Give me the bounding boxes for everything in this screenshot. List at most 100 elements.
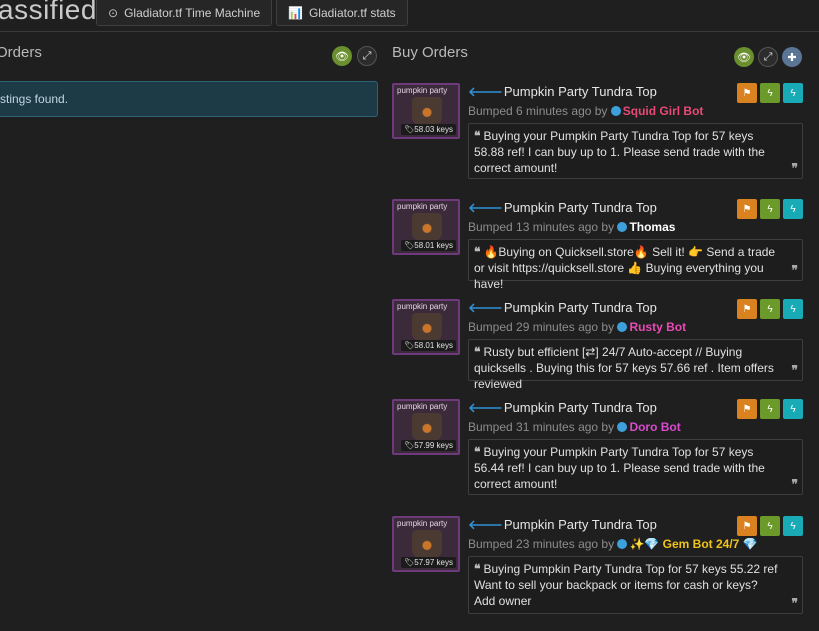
arrow-left-icon: 🡐 bbox=[468, 517, 503, 532]
bumped-text: Bumped 31 minutes ago by bbox=[468, 420, 615, 434]
clock-icon: ⊙ bbox=[108, 5, 119, 20]
listing-message: ❝ Buying Pumpkin Party Tundra Top for 57 … bbox=[468, 556, 803, 614]
quick-trade-icon[interactable]: ϟ bbox=[783, 83, 803, 103]
item-name: Pumpkin Party Tundra Top bbox=[503, 200, 657, 215]
lightning-icon[interactable]: ϟ bbox=[760, 199, 780, 219]
username-link[interactable]: Thomas bbox=[629, 220, 675, 234]
listing-message: ❝ Buying your Pumpkin Party Tundra Top fo… bbox=[468, 123, 803, 179]
listing-actions: ⚑ ϟ ϟ bbox=[737, 83, 803, 103]
page-title: assifieds bbox=[0, 0, 112, 25]
quote-open-icon: ❝ bbox=[474, 245, 481, 259]
stats-label: Gladiator.tf stats bbox=[308, 5, 396, 20]
price-text: 58.03 keys bbox=[414, 125, 453, 134]
pumpkin-hat-icon bbox=[412, 97, 442, 125]
price-badge: 🏷58.03 keys bbox=[401, 124, 456, 135]
quote-close-icon: ❞ bbox=[791, 596, 798, 610]
status-dot-icon bbox=[617, 422, 628, 432]
arrow-left-icon: 🡐 bbox=[468, 400, 503, 415]
thumbnail-label: pumpkin party bbox=[397, 86, 448, 95]
arrow-left-icon: 🡐 bbox=[468, 300, 503, 315]
no-listings-text: stings found. bbox=[0, 92, 69, 106]
pumpkin-hat-icon bbox=[412, 413, 442, 441]
pumpkin-hat-icon bbox=[412, 530, 442, 558]
bumped-info: Bumped 23 minutes ago by ✨💎 Gem Bot 24/7… bbox=[468, 537, 758, 551]
time-machine-label: Gladiator.tf Time Machine bbox=[124, 5, 261, 20]
quote-close-icon: ❞ bbox=[791, 363, 798, 377]
price-text: 58.01 keys bbox=[414, 341, 453, 350]
no-listings-alert: stings found. bbox=[0, 81, 378, 117]
quick-trade-icon[interactable]: ϟ bbox=[783, 516, 803, 536]
flag-icon[interactable]: ⚑ bbox=[737, 399, 757, 419]
item-name: Pumpkin Party Tundra Top bbox=[503, 400, 657, 415]
quote-open-icon: ❝ bbox=[474, 562, 481, 576]
page-header: assifieds ⊙ Gladiator.tf Time Machine 📊 … bbox=[0, 0, 819, 32]
username-link[interactable]: Doro Bot bbox=[629, 420, 680, 434]
quote-open-icon: ❝ bbox=[474, 345, 481, 359]
item-title[interactable]: 🡐Pumpkin Party Tundra Top bbox=[468, 200, 657, 216]
thumbnail-label: pumpkin party bbox=[397, 202, 448, 211]
message-text: Buying Pumpkin Party Tundra Top for 57 k… bbox=[474, 562, 778, 608]
item-title[interactable]: 🡐Pumpkin Party Tundra Top bbox=[468, 517, 657, 533]
listing-actions: ⚑ ϟ ϟ bbox=[737, 516, 803, 536]
item-title[interactable]: 🡐Pumpkin Party Tundra Top bbox=[468, 400, 657, 416]
message-text: Rusty but efficient [⇄] 24/7 Auto-accept… bbox=[474, 345, 774, 391]
quote-open-icon: ❝ bbox=[474, 445, 481, 459]
message-text: Buying your Pumpkin Party Tundra Top for… bbox=[474, 129, 765, 175]
price-text: 57.99 keys bbox=[414, 441, 453, 450]
sell-expand-icon[interactable]: ⤢ bbox=[357, 46, 377, 66]
lightning-icon[interactable]: ϟ bbox=[760, 399, 780, 419]
username-link[interactable]: ✨💎 Gem Bot 24/7 💎 bbox=[629, 537, 757, 551]
pumpkin-hat-icon bbox=[412, 213, 442, 241]
flag-icon[interactable]: ⚑ bbox=[737, 516, 757, 536]
item-thumbnail[interactable]: pumpkin party 🏷58.01 keys bbox=[392, 199, 460, 255]
arrow-left-icon: 🡐 bbox=[468, 200, 503, 215]
item-name: Pumpkin Party Tundra Top bbox=[503, 84, 657, 99]
quick-trade-icon[interactable]: ϟ bbox=[783, 299, 803, 319]
item-thumbnail[interactable]: pumpkin party 🏷58.01 keys bbox=[392, 299, 460, 355]
pumpkin-hat-icon bbox=[412, 313, 442, 341]
thumbnail-label: pumpkin party bbox=[397, 302, 448, 311]
item-name: Pumpkin Party Tundra Top bbox=[503, 300, 657, 315]
item-title[interactable]: 🡐Pumpkin Party Tundra Top bbox=[468, 84, 657, 100]
lightning-icon[interactable]: ϟ bbox=[760, 83, 780, 103]
flag-icon[interactable]: ⚑ bbox=[737, 83, 757, 103]
quick-trade-icon[interactable]: ϟ bbox=[783, 399, 803, 419]
flag-icon[interactable]: ⚑ bbox=[737, 199, 757, 219]
listing-actions: ⚑ ϟ ϟ bbox=[737, 199, 803, 219]
lightning-icon[interactable]: ϟ bbox=[760, 516, 780, 536]
listing-message: ❝ 🔥Buying on Quicksell.store🔥 Sell it! 👉 … bbox=[468, 239, 803, 291]
bumped-info: Bumped 6 minutes ago by Squid Girl Bot bbox=[468, 104, 703, 118]
item-title[interactable]: 🡐Pumpkin Party Tundra Top bbox=[468, 300, 657, 316]
bumped-info: Bumped 31 minutes ago by Doro Bot bbox=[468, 420, 681, 434]
quote-open-icon: ❝ bbox=[474, 129, 481, 143]
flag-icon[interactable]: ⚑ bbox=[737, 299, 757, 319]
thumbnail-label: pumpkin party bbox=[397, 402, 448, 411]
stats-button[interactable]: 📊 Gladiator.tf stats bbox=[276, 0, 408, 26]
quote-close-icon: ❞ bbox=[791, 477, 798, 491]
buy-visibility-eye-icon[interactable]: 👁 bbox=[734, 47, 754, 67]
message-text: 🔥Buying on Quicksell.store🔥 Sell it! 👉 S… bbox=[474, 245, 776, 291]
item-thumbnail[interactable]: pumpkin party 🏷58.03 keys bbox=[392, 83, 460, 139]
message-text: Buying your Pumpkin Party Tundra Top for… bbox=[474, 445, 765, 491]
time-machine-button[interactable]: ⊙ Gladiator.tf Time Machine bbox=[96, 0, 273, 26]
quick-trade-icon[interactable]: ϟ bbox=[783, 199, 803, 219]
bumped-info: Bumped 13 minutes ago by Thomas bbox=[468, 220, 675, 234]
status-dot-icon bbox=[617, 539, 628, 549]
status-dot-icon bbox=[617, 222, 628, 232]
buy-expand-icon[interactable]: ⤢ bbox=[758, 47, 778, 67]
item-thumbnail[interactable]: pumpkin party 🏷57.97 keys bbox=[392, 516, 460, 572]
username-link[interactable]: Rusty Bot bbox=[629, 320, 686, 334]
username-link[interactable]: Squid Girl Bot bbox=[623, 104, 704, 118]
status-dot-icon bbox=[617, 322, 628, 332]
quote-close-icon: ❞ bbox=[791, 161, 798, 175]
listing-actions: ⚑ ϟ ϟ bbox=[737, 399, 803, 419]
item-thumbnail[interactable]: pumpkin party 🏷57.99 keys bbox=[392, 399, 460, 455]
add-buy-order-icon[interactable]: ✚ bbox=[782, 47, 802, 67]
sell-visibility-eye-icon[interactable]: 👁 bbox=[332, 46, 352, 66]
status-dot-icon bbox=[610, 106, 621, 116]
bumped-info: Bumped 29 minutes ago by Rusty Bot bbox=[468, 320, 686, 334]
bar-chart-icon: 📊 bbox=[288, 5, 303, 20]
price-text: 57.97 keys bbox=[414, 558, 453, 567]
lightning-icon[interactable]: ϟ bbox=[760, 299, 780, 319]
price-badge: 🏷58.01 keys bbox=[401, 340, 456, 351]
